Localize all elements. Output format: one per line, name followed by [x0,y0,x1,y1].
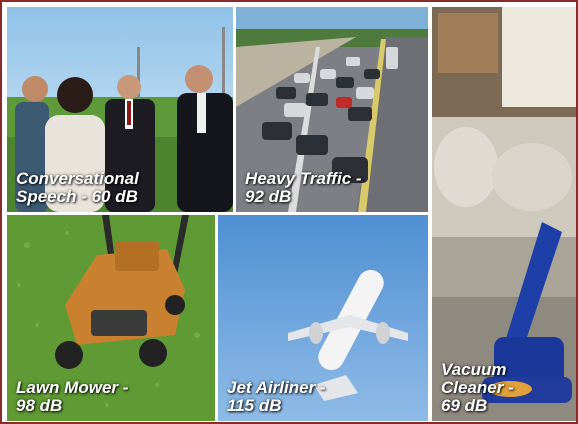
conversational-speech-tile: Conversational Speech - 60 dB [7,7,233,212]
caption-line: Jet Airliner - [227,378,326,397]
caption-line: 92 dB [245,187,292,206]
caption-line: Lawn Mower - [16,378,129,397]
caption-line: Vacuum [441,360,507,379]
caption-line: Cleaner - [441,378,514,397]
caption-line: 69 dB [441,396,488,415]
lawn-mower-tile: Lawn Mower - 98 dB [7,215,215,421]
jet-airliner-caption: Jet Airliner - 115 dB [227,379,326,415]
caption-line: Speech - 60 dB [16,187,138,206]
lawn-mower-caption: Lawn Mower - 98 dB [16,379,128,415]
caption-line: Heavy Traffic - [245,169,362,188]
conversational-speech-caption: Conversational Speech - 60 dB [16,170,139,206]
vacuum-cleaner-image [432,7,576,421]
jet-airliner-tile: Jet Airliner - 115 dB [218,215,428,421]
caption-line: 98 dB [16,396,63,415]
vacuum-cleaner-tile: Vacuum Cleaner - 69 dB [432,7,576,421]
vacuum-cleaner-caption: Vacuum Cleaner - 69 dB [441,361,514,415]
sound-level-collage: Conversational Speech - 60 dB Heavy Traf… [0,0,578,424]
caption-line: 115 dB [227,396,282,415]
heavy-traffic-caption: Heavy Traffic - 92 dB [245,170,362,206]
caption-line: Conversational [16,169,139,188]
heavy-traffic-tile: Heavy Traffic - 92 dB [236,7,428,212]
